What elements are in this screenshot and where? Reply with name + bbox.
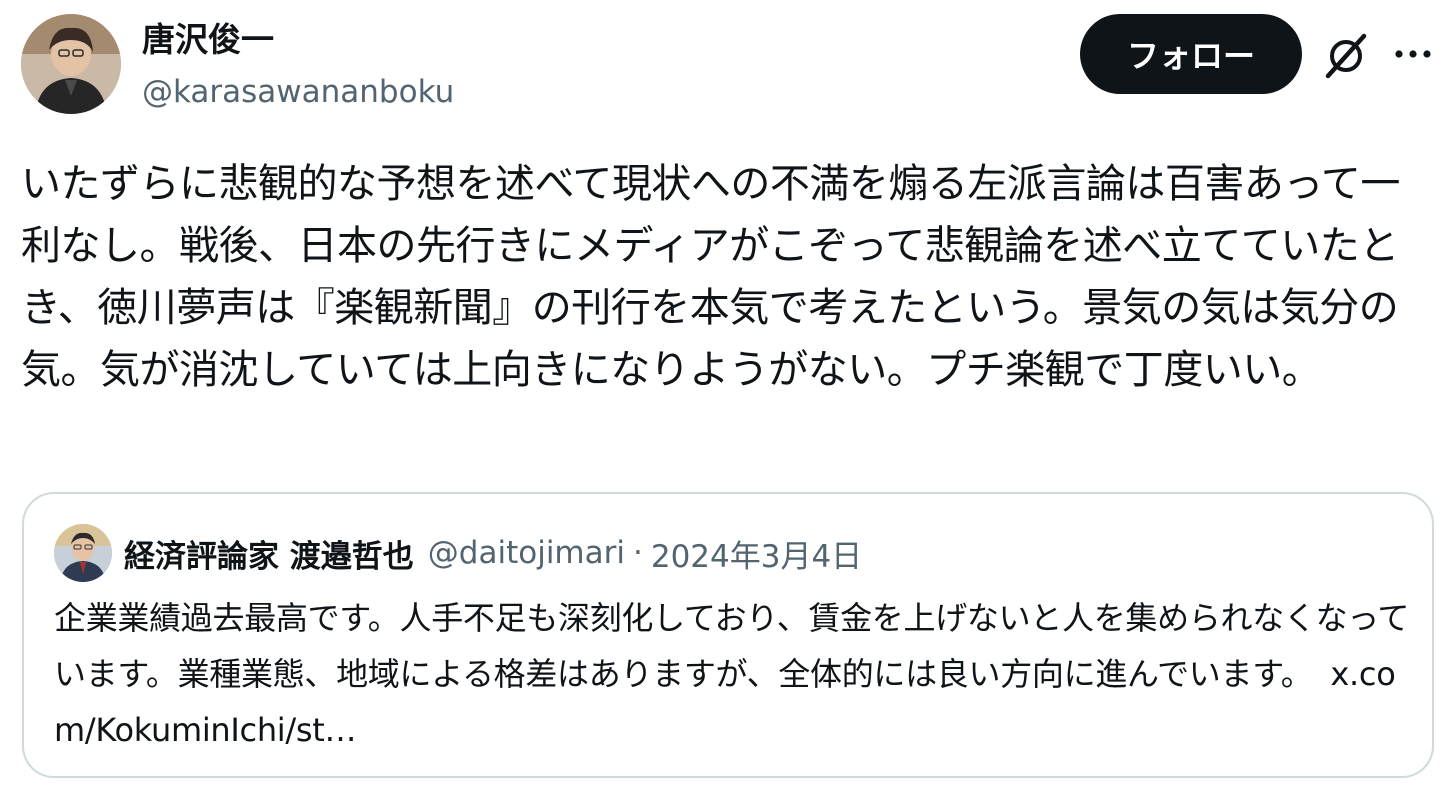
more-icon[interactable]: [1393, 42, 1433, 66]
quote-body: 企業業績過去最高です。人手不足も深刻化しており、賃金を上げないと人を集められなく…: [54, 599, 1410, 693]
quote-date[interactable]: 2024年3月4日: [651, 531, 862, 576]
grok-icon[interactable]: [1322, 32, 1370, 80]
quote-author-handle[interactable]: @daitojimari: [428, 535, 625, 571]
quote-author-avatar[interactable]: [54, 524, 112, 582]
follow-button[interactable]: フォロー: [1080, 14, 1302, 94]
tweet: 唐沢俊一 @karasawananboku フォロー いたずらに悲観的な予想を述…: [0, 0, 1451, 791]
author-avatar[interactable]: [21, 14, 121, 114]
author-handle[interactable]: @karasawananboku: [142, 70, 454, 114]
quote-header: 経済評論家 渡邉哲也 @daitojimari · 2024年3月4日: [124, 530, 862, 576]
quote-text: 企業業績過去最高です。人手不足も深刻化しており、賃金を上げないと人を集められなく…: [54, 590, 1410, 758]
author-name[interactable]: 唐沢俊一: [142, 18, 274, 62]
quote-separator: ·: [632, 535, 643, 571]
tweet-text: いたずらに悲観的な予想を述べて現状への不満を煽る左派言論は百害あって一利なし。戦…: [21, 161, 1400, 393]
quoted-tweet[interactable]: 経済評論家 渡邉哲也 @daitojimari · 2024年3月4日 企業業績…: [22, 492, 1434, 778]
quote-author-name[interactable]: 経済評論家 渡邉哲也: [124, 531, 414, 576]
